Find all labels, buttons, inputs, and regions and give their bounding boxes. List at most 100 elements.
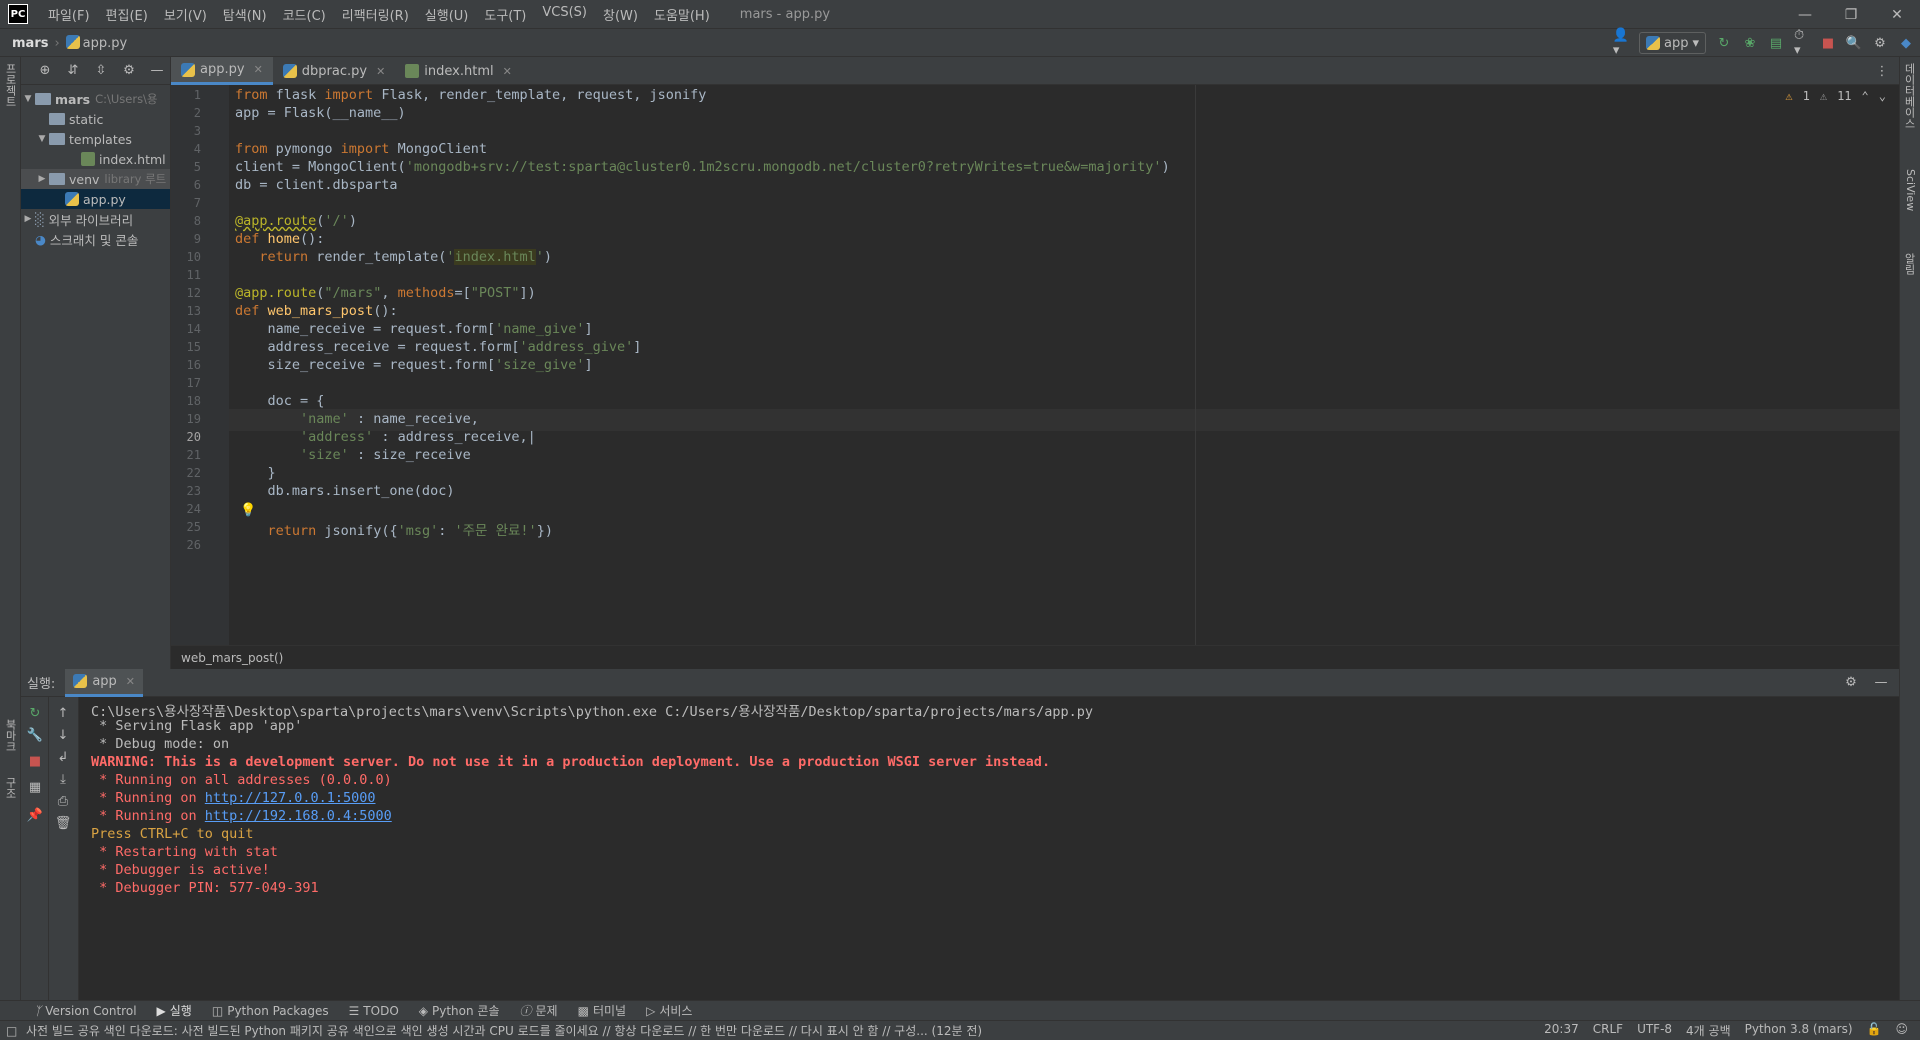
file-encoding[interactable]: UTF-8: [1637, 1022, 1672, 1039]
tree-item-templates[interactable]: ▼ templates: [21, 129, 170, 149]
gear-icon[interactable]: ⚙: [121, 63, 137, 79]
menu-view[interactable]: 보기(V): [156, 5, 215, 24]
close-tab-icon[interactable]: ✕: [254, 63, 263, 76]
rerun-icon[interactable]: ↻: [27, 705, 43, 721]
tree-item-external-libs[interactable]: ▶ ░ 외부 라이브러리: [21, 209, 170, 229]
nav-project[interactable]: mars: [12, 36, 48, 51]
status-message[interactable]: 사전 빌드 공유 색인 다운로드: 사전 빌드된 Python 패키지 공유 색…: [26, 1022, 982, 1039]
menu-refactor[interactable]: 리팩터링(R): [334, 5, 417, 24]
more-tabs-icon[interactable]: ⋮: [1874, 63, 1890, 79]
tool-tab-python-packages[interactable]: ◫ Python Packages: [212, 1004, 329, 1018]
trash-icon[interactable]: 🗑: [55, 815, 72, 831]
console-link[interactable]: http://127.0.0.1:5000: [205, 790, 376, 806]
chevron-down-icon[interactable]: ⌄: [1879, 89, 1886, 103]
tree-item-app-py[interactable]: app.py: [21, 189, 170, 209]
line-number: 10: [186, 250, 201, 264]
layout-toggle-icon[interactable]: □: [6, 1024, 17, 1038]
tree-label: app.py: [83, 191, 126, 207]
tree-item-index-html[interactable]: index.html: [21, 149, 170, 169]
search-icon[interactable]: 🔍: [1846, 35, 1862, 51]
print-icon[interactable]: ⎙: [55, 793, 71, 809]
current-line-highlight: [229, 409, 1920, 431]
bookmarks-tool-tab[interactable]: 북마크: [2, 719, 18, 752]
tool-tab-version-control[interactable]: ᛉ Version Control: [34, 1004, 137, 1018]
run-tab-app[interactable]: app ✕: [65, 668, 144, 697]
line-separator[interactable]: CRLF: [1593, 1022, 1623, 1039]
console-link[interactable]: http://192.168.0.4:5000: [205, 808, 392, 824]
sciview-tool-tab[interactable]: SciView: [1904, 169, 1917, 211]
code-breadcrumb[interactable]: web_mars_post(): [171, 645, 1920, 669]
menu-window[interactable]: 창(W): [595, 5, 646, 24]
menu-file[interactable]: 파일(F): [40, 5, 98, 24]
code-line: 'address' : address_receive,|: [300, 429, 536, 445]
tool-tab-todo[interactable]: ☰ TODO: [349, 1004, 399, 1018]
expand-all-icon[interactable]: ⇵: [65, 63, 81, 79]
hide-icon[interactable]: —: [1873, 675, 1889, 691]
tab-app-py[interactable]: app.py ✕: [171, 57, 273, 85]
tab-dbprac-py[interactable]: dbprac.py ✕: [273, 57, 396, 85]
menu-navigate[interactable]: 탐색(N): [215, 5, 275, 24]
notifications-tool-tab[interactable]: 알림: [1901, 253, 1917, 275]
user-icon[interactable]: 👤▾: [1613, 28, 1629, 58]
restore-icon[interactable]: ❐: [1828, 0, 1874, 29]
arrow-down-icon[interactable]: ↓: [55, 727, 71, 743]
minimize-icon[interactable]: —: [1782, 0, 1828, 29]
menu-code[interactable]: 코드(C): [275, 5, 334, 24]
tree-item-static[interactable]: static: [21, 109, 170, 129]
close-tab-icon[interactable]: ✕: [126, 675, 135, 688]
jetbrains-ai-icon[interactable]: ◆: [1898, 35, 1914, 51]
indent-setting[interactable]: 4개 공백: [1686, 1022, 1731, 1039]
debug-icon[interactable]: ❀: [1742, 35, 1758, 51]
gear-icon[interactable]: ⚙: [1843, 675, 1859, 691]
menu-help[interactable]: 도움말(H): [646, 5, 718, 24]
close-icon[interactable]: ✕: [1874, 0, 1920, 29]
scroll-to-end-icon[interactable]: ⤓: [55, 771, 71, 787]
tool-tab-terminal[interactable]: ▩ 터미널: [578, 1002, 626, 1019]
lock-icon[interactable]: 🔓: [1867, 1022, 1882, 1039]
nav-file[interactable]: app.py: [83, 36, 128, 51]
layout-icon[interactable]: ▦: [27, 779, 43, 795]
tab-label: dbprac.py: [301, 63, 368, 79]
wrench-icon[interactable]: 🔧: [27, 727, 43, 743]
code-line: def web_mars_post():: [235, 303, 398, 319]
tree-item-scratches[interactable]: ◕ 스크래치 및 콘솔: [21, 229, 170, 249]
tool-tab-problems[interactable]: ⓘ 문제: [520, 1002, 558, 1019]
project-tool-tab[interactable]: 프로젝트: [2, 63, 18, 107]
code-editor[interactable]: 1 2 3 4 5 6 7 8 9 10 11 12 13 14 15 16 1…: [171, 85, 1920, 645]
collapse-all-icon[interactable]: ⇳: [93, 63, 109, 79]
coverage-icon[interactable]: ▤: [1768, 35, 1784, 51]
tool-tab-python-console[interactable]: ◈ Python 콘솔: [419, 1002, 500, 1019]
lightbulb-icon[interactable]: 💡: [240, 503, 256, 518]
stop-icon[interactable]: ■: [1820, 35, 1836, 51]
chevron-up-icon[interactable]: ⌃: [1862, 89, 1869, 103]
inspection-widget[interactable]: ⚠ 1 ⚠ 11 ⌃ ⌄: [1785, 89, 1886, 103]
caret-position[interactable]: 20:37: [1544, 1022, 1579, 1039]
structure-tool-tab[interactable]: 구조: [2, 777, 18, 799]
database-tool-tab[interactable]: 데이터베이스: [1901, 63, 1917, 129]
menu-tools[interactable]: 도구(T): [476, 5, 534, 24]
tree-item-mars[interactable]: ▼ mars C:\Users\용: [21, 89, 170, 109]
gear-icon[interactable]: ⚙: [1872, 35, 1888, 51]
stop-icon[interactable]: ■: [27, 753, 43, 769]
tab-index-html[interactable]: index.html ✕: [395, 57, 522, 85]
menu-vcs[interactable]: VCS(S): [534, 5, 595, 24]
run-config-select[interactable]: app ▾: [1638, 32, 1706, 54]
rerun-icon[interactable]: ↻: [1716, 35, 1732, 51]
tool-tab-services[interactable]: ▷ 서비스: [646, 1002, 692, 1019]
hide-icon[interactable]: —: [149, 63, 165, 79]
profile-icon[interactable]: ⏱▾: [1794, 28, 1810, 58]
tool-tab-run[interactable]: ▶ 실행: [157, 1002, 192, 1019]
close-tab-icon[interactable]: ✕: [503, 65, 512, 78]
arrow-up-icon[interactable]: ↑: [55, 705, 71, 721]
interpreter[interactable]: Python 3.8 (mars): [1745, 1022, 1853, 1039]
run-console[interactable]: C:\Users\용사장작품\Desktop\sparta\projects\m…: [79, 697, 1899, 1012]
close-tab-icon[interactable]: ✕: [376, 65, 385, 78]
tree-item-venv[interactable]: ▶ venv library 루트: [21, 169, 170, 189]
soft-wrap-icon[interactable]: ↲: [55, 749, 71, 765]
menu-edit[interactable]: 편집(E): [98, 5, 156, 24]
locate-icon[interactable]: ⊕: [37, 63, 53, 79]
code-line: db.mars.insert_one(doc): [235, 483, 455, 499]
menu-run[interactable]: 실행(U): [417, 5, 477, 24]
pin-icon[interactable]: 📌: [27, 807, 43, 823]
inspector-icon[interactable]: ☺: [1895, 1022, 1908, 1039]
